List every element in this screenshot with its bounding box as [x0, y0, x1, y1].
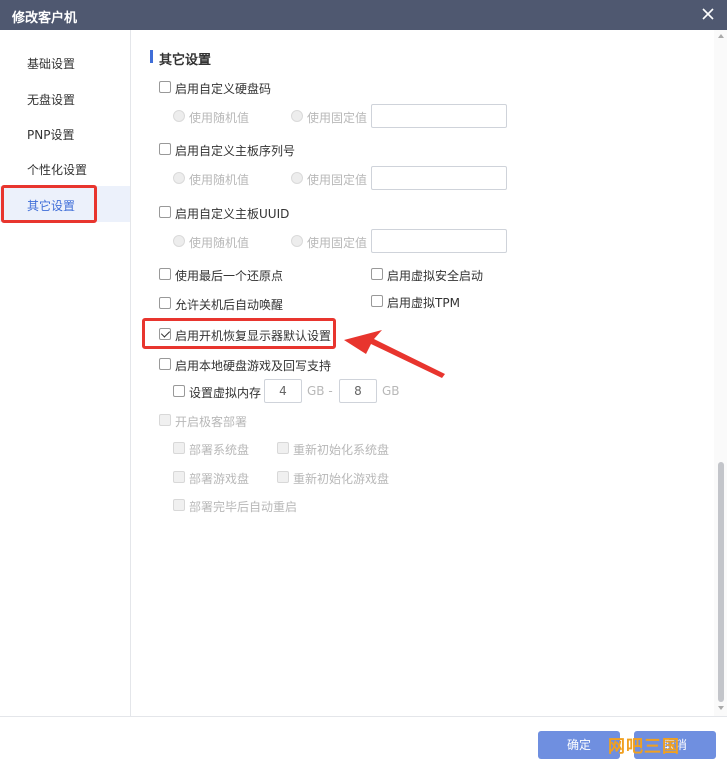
local-disk-game-label: 启用本地硬盘游戏及回写支持: [175, 359, 332, 373]
reinit-system-label: 重新初始化系统盘: [293, 443, 390, 457]
board-serial-input[interactable]: [371, 166, 507, 190]
fast-deploy-label: 开启极客部署: [175, 415, 248, 429]
option-highlight-box: [142, 318, 336, 349]
watermark: 网吧三国: [608, 737, 680, 757]
auto-restart-checkbox[interactable]: [173, 499, 185, 511]
virtual-memory-max-input[interactable]: 8: [339, 379, 377, 403]
sidebar-highlight-box: [1, 185, 97, 223]
title-bar: 修改客户机: [0, 0, 727, 30]
reinit-game-label: 重新初始化游戏盘: [293, 472, 390, 486]
scrollbar[interactable]: [714, 30, 727, 716]
allow-wake-label: 允许关机后自动唤醒: [175, 298, 284, 312]
deploy-game-label: 部署游戏盘: [189, 472, 250, 486]
board-uuid-random-label: 使用随机值: [189, 236, 250, 250]
scrollbar-thumb[interactable]: [718, 462, 724, 702]
use-last-restore-checkbox[interactable]: [159, 268, 171, 280]
allow-wake-checkbox[interactable]: [159, 297, 171, 309]
use-last-restore-label: 使用最后一个还原点: [175, 269, 284, 283]
custom-board-serial-checkbox[interactable]: [159, 143, 171, 155]
board-serial-fixed-label: 使用固定值: [307, 173, 368, 187]
deploy-game-checkbox[interactable]: [173, 471, 185, 483]
sidebar: 基础设置 无盘设置 PNP设置 个性化设置 其它设置: [0, 30, 131, 716]
close-icon[interactable]: [699, 5, 717, 23]
board-serial-random-label: 使用随机值: [189, 173, 250, 187]
board-uuid-fixed-label: 使用固定值: [307, 236, 368, 250]
section-title: 其它设置: [159, 53, 212, 68]
reinit-game-checkbox[interactable]: [277, 471, 289, 483]
sidebar-item-label: 无盘设置: [27, 93, 76, 107]
custom-disk-code-checkbox[interactable]: [159, 81, 171, 93]
virtual-memory-min-unit: GB -: [307, 384, 333, 398]
disk-code-input[interactable]: [371, 104, 507, 128]
board-uuid-input[interactable]: [371, 229, 507, 253]
local-disk-game-checkbox[interactable]: [159, 358, 171, 370]
window-title: 修改客户机: [12, 11, 78, 26]
disk-code-fixed-radio[interactable]: [291, 110, 303, 122]
sidebar-item-label: 个性化设置: [27, 163, 88, 177]
sidebar-item-label: PNP设置: [27, 128, 75, 142]
auto-restart-label: 部署完毕后自动重启: [189, 500, 298, 514]
disk-code-random-label: 使用随机值: [189, 111, 250, 125]
virtual-memory-max-unit: GB: [382, 384, 400, 398]
sidebar-item-diskless[interactable]: 无盘设置: [0, 80, 130, 116]
virtual-memory-label: 设置虚拟内存: [189, 386, 262, 400]
deploy-system-label: 部署系统盘: [189, 443, 250, 457]
board-serial-fixed-radio[interactable]: [291, 172, 303, 184]
sidebar-item-label: 基础设置: [27, 57, 76, 71]
disk-code-fixed-label: 使用固定值: [307, 111, 368, 125]
scroll-down-arrow-icon[interactable]: [718, 706, 724, 710]
red-arrow-icon: [344, 330, 445, 378]
custom-board-uuid-label: 启用自定义主板UUID: [175, 207, 290, 221]
reinit-system-checkbox[interactable]: [277, 442, 289, 454]
section-accent-bar: [150, 50, 153, 63]
sidebar-item-personalization[interactable]: 个性化设置: [0, 150, 130, 186]
custom-board-serial-label: 启用自定义主板序列号: [175, 144, 296, 158]
virtual-tpm-label: 启用虚拟TPM: [387, 296, 460, 310]
virtual-memory-min-input[interactable]: 4: [264, 379, 302, 403]
disk-code-random-radio[interactable]: [173, 110, 185, 122]
virtual-tpm-checkbox[interactable]: [371, 295, 383, 307]
custom-board-uuid-checkbox[interactable]: [159, 206, 171, 218]
virtual-secure-boot-checkbox[interactable]: [371, 268, 383, 280]
scroll-up-arrow-icon[interactable]: [718, 34, 724, 38]
virtual-secure-boot-label: 启用虚拟安全启动: [387, 269, 484, 283]
board-uuid-fixed-radio[interactable]: [291, 235, 303, 247]
custom-disk-code-label: 启用自定义硬盘码: [175, 82, 272, 96]
sidebar-item-basic[interactable]: 基础设置: [0, 44, 130, 80]
board-uuid-random-radio[interactable]: [173, 235, 185, 247]
fast-deploy-checkbox[interactable]: [159, 414, 171, 426]
deploy-system-checkbox[interactable]: [173, 442, 185, 454]
board-serial-random-radio[interactable]: [173, 172, 185, 184]
sidebar-item-pnp[interactable]: PNP设置: [0, 115, 130, 151]
virtual-memory-checkbox[interactable]: [173, 385, 185, 397]
